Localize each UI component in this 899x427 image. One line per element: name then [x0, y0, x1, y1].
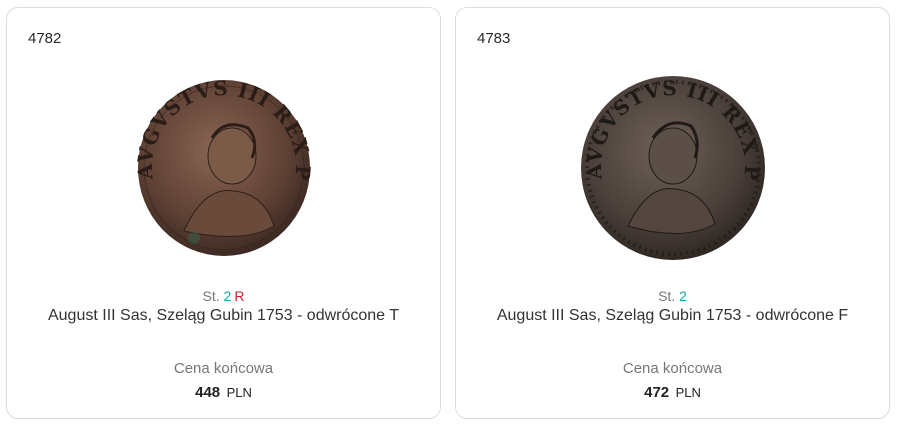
lot-card[interactable]: 4783 AVGVSTVS III REX POL	[455, 7, 890, 419]
condition-grade: St. 2	[456, 288, 889, 304]
final-price-label: Cena końcowa	[173, 360, 274, 377]
lot-title[interactable]: August III Sas, Szeląg Gubin 1753 - odwr…	[456, 307, 889, 325]
lot-card[interactable]: 4782 AVGVSTVS III REX POL	[6, 7, 441, 419]
lot-number: 4782	[28, 30, 62, 47]
grade-prefix: St.	[658, 288, 676, 304]
rarity-badge: R	[234, 288, 245, 304]
final-price-label: Cena końcowa	[622, 360, 723, 377]
coin-obverse-image: AVGVSTVS III REX POL	[573, 66, 765, 260]
lot-grid: 4782 AVGVSTVS III REX POL	[0, 0, 899, 427]
coin-image[interactable]: AVGVSTVS III REX POL	[573, 66, 773, 266]
price-amount: 472	[644, 384, 670, 401]
coin-image[interactable]: AVGVSTVS III REX POL	[124, 66, 324, 266]
grade-value: 2	[679, 288, 687, 304]
final-price: 472 PLN	[456, 384, 889, 402]
price-currency: PLN	[675, 385, 701, 400]
final-price: 448 PLN	[7, 384, 440, 402]
coin-obverse-image: AVGVSTVS III REX POL	[124, 66, 314, 256]
lot-number: 4783	[477, 30, 511, 47]
lot-title[interactable]: August III Sas, Szeląg Gubin 1753 - odwr…	[7, 307, 440, 325]
grade-value: 2	[223, 288, 232, 304]
condition-grade: St. 2R	[7, 288, 440, 304]
price-amount: 448	[195, 384, 221, 401]
grade-prefix: St.	[202, 288, 220, 304]
price-currency: PLN	[226, 385, 252, 400]
